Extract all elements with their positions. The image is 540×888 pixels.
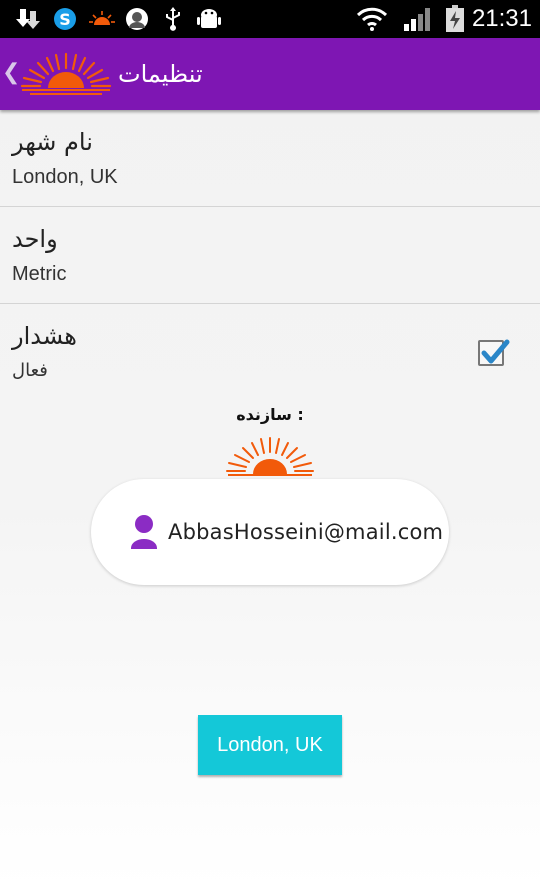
- developer-email[interactable]: AbbasHosseini@mail.com: [168, 517, 443, 547]
- pref-summary: London, UK: [12, 166, 118, 188]
- app-logo-icon: [88, 6, 116, 32]
- pref-summary: Metric: [12, 263, 67, 285]
- download-icon: [14, 6, 42, 32]
- chevron-left-icon[interactable]: ❮: [2, 58, 20, 88]
- clock: 21:31: [471, 5, 532, 32]
- pref-title: واحد: [12, 225, 58, 253]
- page-title: تنظیمات: [118, 60, 203, 88]
- svg-text:S: S: [59, 10, 71, 29]
- android-debug-icon: [196, 6, 222, 32]
- pref-alert[interactable]: هشدار فعال: [0, 304, 540, 401]
- signal-icon: [402, 6, 436, 32]
- pref-title: هشدار: [12, 322, 77, 350]
- checkmark-icon: [481, 339, 510, 364]
- pref-unit[interactable]: واحد Metric: [0, 207, 540, 304]
- avatar-icon: [124, 6, 150, 32]
- pref-summary: فعال: [12, 360, 48, 381]
- sunrise-logo[interactable]: [20, 50, 112, 96]
- battery-charging-icon: [444, 5, 466, 32]
- pref-title: نام شهر: [12, 128, 93, 156]
- alert-checkbox[interactable]: [478, 339, 510, 366]
- action-bar: ❮ تنظیمات: [0, 38, 540, 110]
- person-icon: [129, 514, 159, 550]
- sunrise-logo: [226, 436, 314, 480]
- pref-city-name[interactable]: نام شهر London, UK: [0, 110, 540, 207]
- status-bar: S 21:31: [0, 0, 540, 38]
- usb-icon: [162, 6, 184, 32]
- skype-icon: S: [52, 6, 78, 32]
- wifi-icon: [356, 6, 388, 32]
- city-button[interactable]: London, UK: [198, 715, 342, 775]
- developer-email-card[interactable]: AbbasHosseini@mail.com: [91, 479, 449, 585]
- developer-label: سازنده :: [236, 405, 304, 424]
